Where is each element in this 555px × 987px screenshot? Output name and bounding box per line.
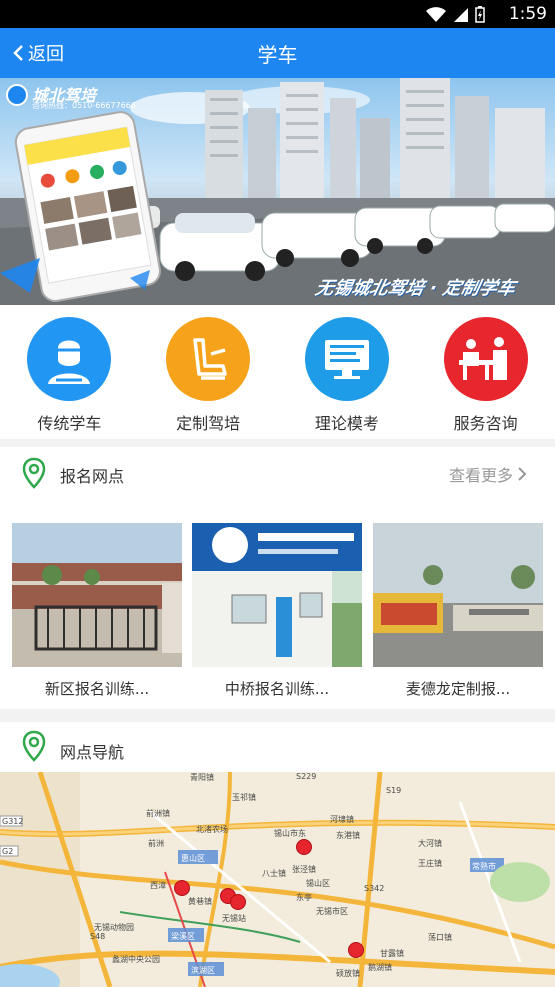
feature-traditional[interactable]: 传统学车 [0,305,139,439]
map-roads [0,772,555,987]
section-header: 网点导航 [0,722,555,774]
feature-label: 传统学车 [37,414,102,433]
app-bar: 返回 学车 [0,28,555,78]
banner-hotline: 咨询热线：0510-66677666 [32,101,136,110]
signup-card[interactable]: 新区报名训练... [12,523,182,698]
map-label: 硕放镇 [336,969,360,978]
status-bar: 1:59 [0,0,555,28]
banner-slogan: 无锡城北驾培 · 定制学车 [313,278,518,299]
map-label: 青阳镇 [190,773,214,782]
section-header: 报名网点 查看更多 [0,447,555,499]
map-label: 梁溪区 [171,932,195,941]
feature-menu: 传统学车 定制驾培 理论模考 服务咨询 [0,305,555,439]
map-marker[interactable] [348,942,364,958]
status-icons [425,6,485,23]
map-label: G2 [2,847,14,856]
location-pin-icon [22,730,46,762]
card-caption: 中桥报名训练... [224,680,330,698]
map-label: 东港镇 [336,831,360,840]
wifi-icon [426,6,446,22]
page-title: 学车 [257,43,298,67]
map-label: 锡山区 [306,879,330,888]
map-label: S342 [364,884,385,893]
map-label: 大河镇 [418,839,442,848]
location-pin-icon [22,457,46,489]
signup-section: 报名网点 查看更多 新区报名训练... 中桥报名训练... 麦德龙定制报... [0,447,555,709]
promo-banner[interactable]: 城北驾培 咨询热线：0510-66677666 无锡城北驾培 · 定制学车 [0,78,555,305]
map-label: 甘露镇 [380,949,404,958]
map-marker[interactable] [296,839,312,855]
service-desk-icon [458,337,507,380]
chevron-right-icon [518,467,527,481]
feature-label: 理论模考 [314,414,379,433]
map-label: 北渚农场 [196,825,228,834]
map-label: 黄巷镇 [188,897,212,906]
status-time: 1:59 [508,4,547,24]
feature-circle [443,317,528,401]
map-label: S48 [90,932,106,941]
map-label: 前洲镇 [146,809,170,818]
map-label: 河埭镇 [330,815,354,824]
signup-card[interactable]: 麦德龙定制报... [373,523,543,698]
battery-icon [475,6,485,23]
nav-section: 网点导航 [0,722,555,772]
map-label: 无锡市区 [316,907,348,916]
map-label: 玉祁镇 [232,793,256,802]
map-label: 滨湖区 [191,966,215,975]
see-more-link[interactable]: 查看更多 [449,462,527,486]
card-photo [12,523,182,667]
map-marker[interactable] [174,880,190,896]
seat-icon [193,338,227,380]
feature-label: 服务咨询 [453,414,518,433]
card-photo [373,523,543,667]
map-label: 无锡站 [222,914,246,923]
map-label: S19 [386,786,402,795]
signup-cards: 新区报名训练... 中桥报名训练... 麦德龙定制报... [0,523,555,698]
map-label: 西漳 [150,881,166,890]
map-label: 东亭 [296,893,312,902]
map-label: 荡口镇 [428,933,452,942]
card-caption: 新区报名训练... [44,680,150,698]
signup-card[interactable]: 中桥报名训练... [192,523,362,698]
monitor-icon [324,340,369,379]
section-title: 报名网点 [60,467,125,486]
map-label: S229 [296,772,317,781]
map-label: 蠡湖中央公园 [112,955,160,964]
see-more-label: 查看更多 [448,466,513,485]
feature-circle [27,317,112,401]
map-label: 八士镇 [262,869,286,878]
map-label: 鹅湖镇 [368,963,392,972]
signal-icon [454,7,468,22]
feature-label: 定制驾培 [176,414,241,433]
feature-circle [166,317,251,401]
feature-theory[interactable]: 理论模考 [278,305,417,439]
map-label: 常熟市 [472,862,496,871]
card-photo [192,523,362,667]
map-label: 锡山市东 [274,829,306,838]
card-caption: 麦德龙定制报... [405,680,511,698]
section-title: 网点导航 [60,743,125,762]
map-label: 王庄镇 [418,859,442,868]
map-label: G312 [2,817,24,826]
feature-service[interactable]: 服务咨询 [416,305,555,439]
feature-circle [304,317,389,401]
map-marker[interactable] [230,894,246,910]
map-label: 前洲 [148,839,164,848]
driver-icon [48,340,91,384]
banner-illustration [0,78,555,305]
feature-custom[interactable]: 定制驾培 [139,305,278,439]
map-label: 张泾镇 [292,865,316,874]
map-label: 惠山区 [181,854,205,863]
map-view[interactable]: 青阳镇 S229 前洲镇 北渚农场 前洲 惠山区 锡山市东 玉祁镇 河埭镇 东港… [0,772,555,987]
